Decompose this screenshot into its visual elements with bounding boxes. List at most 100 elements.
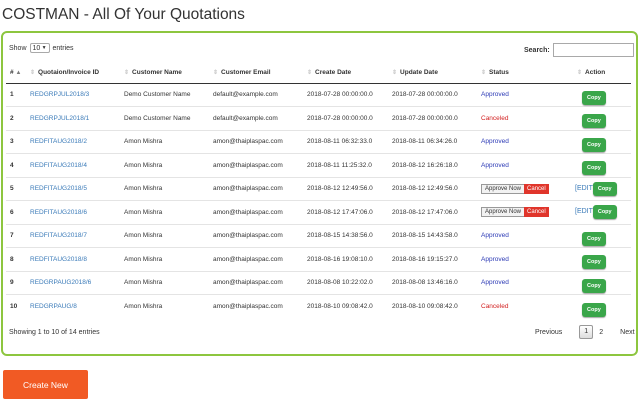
table-row: 9 REDGRPAUG2018/6 Amon Mishra amon@thaip… xyxy=(6,270,631,295)
quotation-id-link[interactable]: REDFITAUG2018/7 xyxy=(30,232,87,239)
customer-email: default@example.com xyxy=(209,106,303,130)
quotation-id-link[interactable]: REDGRPJUL2018/1 xyxy=(30,115,89,122)
column-header-action[interactable]: ⇕ Action xyxy=(573,62,631,84)
customer-email: amon@thaiplaspac.com xyxy=(209,129,303,154)
edit-link[interactable]: [EDIT] xyxy=(575,208,595,215)
copy-button[interactable]: Copy xyxy=(582,302,606,317)
quotation-id-link[interactable]: REDFITAUG2018/8 xyxy=(30,256,87,263)
customer-name: Amon Mishra xyxy=(120,129,209,154)
approve-now-button[interactable]: Approve Now xyxy=(481,183,526,194)
table-row: 6 REDFITAUG2018/6 Amon Mishra amon@thaip… xyxy=(6,200,631,224)
quotation-id-link[interactable]: REDFITAUG2018/6 xyxy=(30,209,87,216)
update-date: 2018-08-12 16:26:18.0 xyxy=(388,153,477,177)
copy-button[interactable]: Copy xyxy=(592,181,617,196)
copy-button[interactable]: Copy xyxy=(582,161,606,176)
quotation-id-link[interactable]: REDGRPAUG/8 xyxy=(30,303,77,310)
previous-page-button[interactable]: Previous xyxy=(535,329,562,336)
status-text: Approved xyxy=(481,255,509,263)
entries-value: 10 xyxy=(32,44,41,52)
create-date: 2018-08-10 09:08:42.0 xyxy=(303,294,388,318)
sort-arrows-icon: ⇕ xyxy=(307,69,313,76)
create-date: 2018-07-28 00:00:00.0 xyxy=(307,91,373,99)
cancel-button[interactable]: Cancel xyxy=(524,207,549,218)
copy-button[interactable]: Copy xyxy=(582,278,606,293)
quotation-id-link[interactable]: REDGRPJUL2018/3 xyxy=(30,91,89,98)
row-number: 8 xyxy=(6,247,26,271)
update-date: 2018-08-10 09:08:42.0 xyxy=(388,294,477,318)
table-row: 4 REDFITAUG2018/4 Amon Mishra amon@thaip… xyxy=(6,153,631,177)
quotation-id-link[interactable]: REDFITAUG2018/5 xyxy=(30,185,87,192)
column-header-update-date[interactable]: ⇕ Update Date xyxy=(388,62,477,84)
table-header-row: # ▲ ⇕ Quotaion/Invoice ID ⇕ Customer Name … xyxy=(6,62,631,84)
page-title: COSTMAN - All Of Your Quotations xyxy=(2,6,245,23)
customer-name: Amon Mishra xyxy=(120,153,209,177)
customer-name: Amon Mishra xyxy=(120,223,209,248)
column-header-customer-email[interactable]: ⇕ Customer Email xyxy=(209,62,303,84)
page-1-button[interactable]: 1 xyxy=(579,325,594,339)
copy-button[interactable]: Copy xyxy=(582,137,606,152)
table-row: 5 REDFITAUG2018/5 Amon Mishra amon@thaip… xyxy=(6,176,631,201)
row-number: 3 xyxy=(6,129,26,154)
copy-button[interactable]: Copy xyxy=(582,231,606,246)
entries-select[interactable]: 10 ▼ xyxy=(29,43,50,53)
create-date: 2018-08-11 11:25:32.0 xyxy=(303,153,388,177)
create-date: 2018-08-11 06:32:33.0 xyxy=(303,129,388,154)
row-number: 4 xyxy=(6,153,26,177)
chevron-down-icon: ▼ xyxy=(41,45,47,51)
page-2-button[interactable]: 2 xyxy=(599,329,603,336)
customer-name: Demo Customer Name xyxy=(124,91,191,99)
update-date: 2018-08-15 14:43:58.0 xyxy=(388,223,477,248)
row-number: 2 xyxy=(6,106,26,130)
update-date: 2018-07-28 00:00:00.0 xyxy=(392,91,458,99)
column-header-quotation-id[interactable]: ⇕ Quotaion/Invoice ID xyxy=(26,62,120,84)
search-input[interactable] xyxy=(552,43,634,57)
status-text: Approved xyxy=(481,138,509,146)
customer-email: amon@thaiplaspac.com xyxy=(209,200,303,224)
create-date: 2018-08-16 19:08:10.0 xyxy=(303,247,388,271)
row-number: 6 xyxy=(6,200,26,224)
cancel-button[interactable]: Cancel xyxy=(524,183,549,194)
create-new-button[interactable]: Create New xyxy=(3,370,88,399)
copy-button[interactable]: Copy xyxy=(592,205,617,220)
next-page-button[interactable]: Next xyxy=(620,329,634,336)
edit-link[interactable]: [EDIT] xyxy=(575,185,595,192)
show-entries-control: Show 10 ▼ entries xyxy=(9,43,74,53)
copy-button[interactable]: Copy xyxy=(582,114,606,129)
quotation-id-link[interactable]: REDGRPAUG2018/6 xyxy=(30,279,91,286)
quotation-id-link[interactable]: REDFITAUG2018/4 xyxy=(30,162,87,169)
sort-arrows-icon: ⇕ xyxy=(392,69,398,76)
copy-button[interactable]: Copy xyxy=(582,90,606,105)
create-date: 2018-08-08 10:22:02.0 xyxy=(303,270,388,295)
table-row: 3 REDFITAUG2018/2 Amon Mishra amon@thaip… xyxy=(6,129,631,154)
column-header-number[interactable]: # ▲ xyxy=(6,62,26,84)
customer-email: amon@thaiplaspac.com xyxy=(209,270,303,295)
update-date: 2018-08-12 12:49:56.0 xyxy=(388,176,477,201)
sort-arrows-icon: ⇕ xyxy=(213,69,219,76)
approve-now-button[interactable]: Approve Now xyxy=(481,207,526,218)
table-row: 7 REDFITAUG2018/7 Amon Mishra amon@thaip… xyxy=(6,223,631,248)
column-header-customer-name[interactable]: ⇕ Customer Name xyxy=(120,62,209,84)
column-header-create-date[interactable]: ⇕ Create Date xyxy=(303,62,388,84)
column-header-status[interactable]: ⇕ Status xyxy=(477,62,573,84)
update-date: 2018-08-08 13:46:16.0 xyxy=(388,270,477,295)
show-label: Show xyxy=(9,44,27,52)
create-date: 2018-08-12 17:47:06.0 xyxy=(303,200,388,224)
sort-asc-icon: ▲ xyxy=(15,69,22,76)
create-date: 2018-07-28 00:00:00.0 xyxy=(303,106,388,130)
customer-email: amon@thaiplaspac.com xyxy=(209,176,303,201)
search-label: Search: xyxy=(524,46,550,54)
copy-button[interactable]: Copy xyxy=(582,255,606,270)
entries-label: entries xyxy=(52,44,74,52)
pagination: Previous 1 2 Next xyxy=(535,325,635,339)
status-text: Canceled xyxy=(481,303,509,310)
update-date: 2018-07-28 00:00:00.0 xyxy=(388,106,477,130)
quotation-id-link[interactable]: REDFITAUG2018/2 xyxy=(30,138,87,145)
sort-arrows-icon: ⇕ xyxy=(30,69,36,76)
update-date: 2018-08-16 19:15:27.0 xyxy=(388,247,477,271)
table-row: 1 REDGRPJUL2018/3 Demo Customer Name def… xyxy=(6,83,631,107)
update-date: 2018-08-11 06:34:26.0 xyxy=(388,129,477,154)
table-row: 2 REDGRPJUL2018/1 Demo Customer Name def… xyxy=(6,106,631,130)
customer-email: amon@thaiplaspac.com xyxy=(209,153,303,177)
row-number: 10 xyxy=(6,294,26,318)
customer-email: amon@thaiplaspac.com xyxy=(209,247,303,271)
